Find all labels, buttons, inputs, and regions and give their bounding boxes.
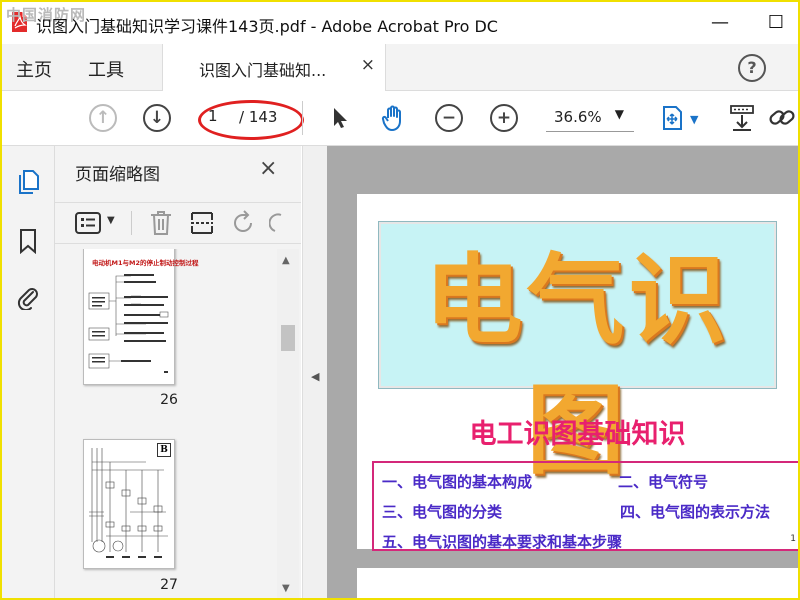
- maximize-button[interactable]: ☐: [756, 10, 796, 36]
- panel-title: 页面缩略图: [75, 165, 160, 185]
- pdf-page: 电气识图 电工识图基础知识 一、电气图的基本构成 二、电气符号 三、电气图的分类…: [357, 194, 798, 551]
- panel-collapse-splitter[interactable]: ◀: [302, 146, 327, 598]
- window-title: 识图入门基础知识学习课件143页.pdf - Adobe Acrobat Pro…: [36, 17, 498, 36]
- fit-page-icon: [663, 106, 682, 130]
- hand-icon: [381, 105, 401, 131]
- circuit-diagram-preview: [89, 448, 168, 558]
- previous-page-button[interactable]: ↑: [88, 103, 118, 133]
- tab-close-icon[interactable]: ×: [361, 55, 375, 75]
- chevron-down-icon[interactable]: ▼: [107, 215, 115, 226]
- menu-home[interactable]: 主页: [16, 56, 52, 82]
- help-icon[interactable]: ?: [738, 54, 766, 82]
- arrow-down-icon: ↓: [143, 104, 171, 132]
- cursor-arrow-icon: [334, 108, 347, 128]
- rotate-left-icon[interactable]: [231, 210, 257, 236]
- thumbnail-page-26[interactable]: 电动机M1与M2的停止制动控制过程: [83, 249, 198, 385]
- rotate-right-icon[interactable]: [269, 210, 283, 236]
- trash-icon[interactable]: [149, 210, 173, 236]
- main-title: 电气识图: [424, 244, 731, 488]
- link-button[interactable]: [768, 103, 798, 133]
- options-menu-icon[interactable]: [75, 212, 105, 234]
- attachment-icon[interactable]: [15, 284, 41, 310]
- tab-bar: 主页 工具 识图入门基础知... × ?: [2, 44, 798, 91]
- scrollbar-thumb[interactable]: [281, 325, 295, 351]
- scroll-mode-button[interactable]: [727, 103, 757, 133]
- subtitle: 电工识图基础知识: [469, 419, 686, 450]
- zoom-value: 36.6%: [554, 108, 602, 126]
- page-number-mark: 1: [790, 534, 796, 544]
- toolbar-divider: [302, 101, 303, 135]
- menu-tools[interactable]: 工具: [88, 56, 124, 82]
- thumbnail-list: 电动机M1与M2的停止制动控制过程 26 B 27: [55, 249, 277, 598]
- fit-page-button[interactable]: [658, 103, 688, 133]
- toc-item: 二、电气符号: [618, 473, 709, 491]
- flowchart-preview: [88, 274, 169, 373]
- bookmark-icon[interactable]: [15, 228, 41, 254]
- zoom-in-button[interactable]: +: [489, 103, 519, 133]
- toc-item: 五、电气识图的基本要求和基本步骤: [382, 533, 623, 551]
- panel-toolbar: ▼: [55, 202, 301, 244]
- minimize-button[interactable]: —: [700, 10, 740, 36]
- scroll-mode-icon: [730, 105, 754, 131]
- minus-icon: −: [435, 104, 463, 132]
- collapse-arrow-icon[interactable]: ◀: [311, 370, 319, 383]
- extract-pages-icon[interactable]: [189, 210, 215, 236]
- next-pdf-page: [357, 568, 798, 598]
- thumbnail-page-number: 27: [160, 577, 178, 593]
- chevron-down-icon: ▼: [614, 107, 624, 121]
- document-tab[interactable]: 识图入门基础知... ×: [162, 44, 386, 91]
- scroll-down-icon[interactable]: ▼: [282, 583, 290, 594]
- title-bar: 中国消防网 识图入门基础知识学习课件143页.pdf - Adobe Acrob…: [2, 2, 798, 44]
- document-tab-label: 识图入门基础知...: [199, 61, 327, 80]
- contents-box: 一、电气图的基本构成 二、电气符号 三、电气图的分类 四、电气图的表示方法 五、…: [372, 461, 798, 551]
- thumbnail-heading: 电动机M1与M2的停止制动控制过程: [92, 259, 199, 267]
- zoom-out-button[interactable]: −: [434, 103, 464, 133]
- plus-icon: +: [490, 104, 518, 132]
- toolbar: ↑ ↓ 1 / 143 − + 36.6% ▼ ▼: [2, 91, 798, 146]
- acrobat-window: 中国消防网 识图入门基础知识学习课件143页.pdf - Adobe Acrob…: [0, 0, 800, 600]
- document-viewer[interactable]: 电气识图 电工识图基础知识 一、电气图的基本构成 二、电气符号 三、电气图的分类…: [327, 146, 798, 598]
- close-icon[interactable]: ×: [259, 156, 277, 181]
- title-banner: 电气识图: [378, 221, 777, 488]
- toc-item: 一、电气图的基本构成: [382, 473, 533, 491]
- page-thumbnails-icon[interactable]: [15, 168, 41, 194]
- toc-item: 四、电气图的表示方法: [620, 503, 771, 521]
- next-page-button[interactable]: ↓: [142, 103, 172, 133]
- thumbnails-panel: 页面缩略图 × ▼ 电动机M1与M2的停止制动控制过程 26 B 27 ▲ ▼: [55, 146, 301, 598]
- page-total: / 143: [239, 108, 278, 126]
- thumbnail-page-27[interactable]: B: [83, 439, 175, 569]
- zoom-dropdown[interactable]: 36.6% ▼: [546, 107, 634, 132]
- fit-chevron-icon[interactable]: ▼: [690, 113, 698, 126]
- panel-tool-divider: [131, 211, 132, 235]
- thumbnail-page-number: 26: [160, 392, 178, 408]
- arrow-up-icon: ↑: [89, 104, 117, 132]
- toc-item: 三、电气图的分类: [382, 503, 503, 521]
- hand-tool-button[interactable]: [379, 103, 409, 133]
- page-number-input[interactable]: 1: [208, 107, 234, 127]
- link-icon: [769, 110, 795, 125]
- thumbnail-scrollbar[interactable]: ▲ ▼: [277, 249, 299, 598]
- select-tool-button[interactable]: [325, 103, 355, 133]
- scroll-up-icon[interactable]: ▲: [282, 255, 290, 266]
- left-navigation-rail: [2, 146, 55, 598]
